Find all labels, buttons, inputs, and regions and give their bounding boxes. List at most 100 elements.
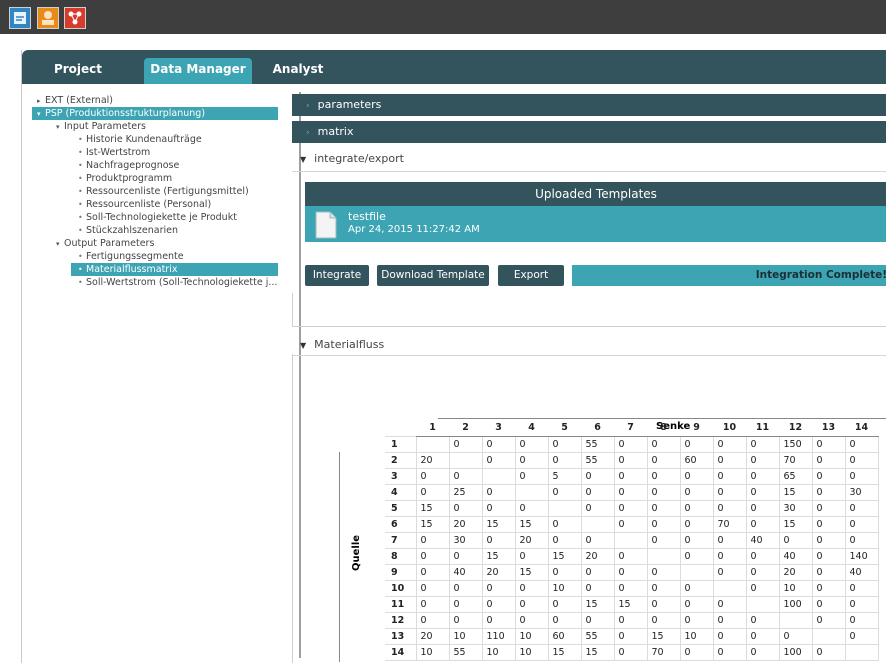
- matrix-cell[interactable]: 0: [844, 531, 879, 549]
- matrix-cell[interactable]: 0: [679, 547, 714, 565]
- matrix-cell[interactable]: 0: [745, 483, 780, 501]
- matrix-cell[interactable]: 0: [514, 579, 549, 597]
- matrix-cell[interactable]: 100: [778, 643, 813, 661]
- matrix-cell[interactable]: 150: [778, 435, 813, 453]
- matrix-cell[interactable]: 0: [646, 563, 681, 581]
- matrix-cell[interactable]: 0: [481, 499, 516, 517]
- matrix-cell[interactable]: 0: [811, 499, 846, 517]
- matrix-cell[interactable]: 0: [547, 451, 582, 469]
- integrate-button[interactable]: Integrate: [305, 265, 369, 286]
- matrix-cell[interactable]: 15: [481, 515, 516, 533]
- matrix-cell[interactable]: 10: [547, 579, 582, 597]
- matrix-cell[interactable]: 0: [844, 579, 879, 597]
- uploaded-file-item[interactable]: testfile Apr 24, 2015 11:27:42 AM: [305, 206, 886, 242]
- panel-materialfluss[interactable]: ▼ Materialfluss: [292, 334, 886, 356]
- matrix-cell[interactable]: 10: [481, 643, 516, 661]
- matrix-cell[interactable]: 0: [844, 595, 879, 613]
- matrix-cell[interactable]: 0: [646, 531, 681, 549]
- matrix-cell[interactable]: 70: [712, 515, 747, 533]
- matrix-cell[interactable]: 55: [580, 451, 615, 469]
- matrix-cell[interactable]: 15: [778, 483, 813, 501]
- matrix-cell[interactable]: 0: [547, 515, 582, 533]
- matrix-cell[interactable]: 55: [580, 435, 615, 453]
- matrix-cell[interactable]: 15: [778, 515, 813, 533]
- panel-integrate-export[interactable]: ▼ integrate/export: [292, 148, 886, 170]
- matrix-cell[interactable]: 0: [712, 627, 747, 645]
- matrix-cell[interactable]: 65: [778, 467, 813, 485]
- matrix-cell[interactable]: 0: [745, 451, 780, 469]
- matrix-cell[interactable]: 0: [646, 467, 681, 485]
- matrix-cell[interactable]: 0: [745, 547, 780, 565]
- matrix-cell[interactable]: 0: [580, 563, 615, 581]
- matrix-cell[interactable]: 55: [448, 643, 483, 661]
- matrix-cell[interactable]: 10: [415, 643, 450, 661]
- matrix-cell[interactable]: 0: [415, 531, 450, 549]
- matrix-cell[interactable]: 0: [646, 435, 681, 453]
- matrix-cell[interactable]: 100: [778, 595, 813, 613]
- matrix-cell[interactable]: 0: [844, 435, 879, 453]
- matrix-cell[interactable]: 15: [514, 515, 549, 533]
- matrix-cell[interactable]: [778, 611, 813, 629]
- matrix-cell[interactable]: 0: [745, 579, 780, 597]
- matrix-cell[interactable]: 0: [613, 499, 648, 517]
- tree-item-input[interactable]: • Ist-Wertstrom: [78, 146, 150, 159]
- matrix-cell[interactable]: 0: [448, 435, 483, 453]
- matrix-cell[interactable]: 15: [580, 595, 615, 613]
- tree-item-input[interactable]: • Ressourcenliste (Fertigungsmittel): [78, 185, 249, 198]
- matrix-cell[interactable]: 0: [580, 579, 615, 597]
- matrix-cell[interactable]: 0: [745, 627, 780, 645]
- matrix-cell[interactable]: 25: [448, 483, 483, 501]
- matrix-cell[interactable]: 0: [514, 595, 549, 613]
- matrix-cell[interactable]: 0: [745, 643, 780, 661]
- matrix-cell[interactable]: [613, 531, 648, 549]
- matrix-cell[interactable]: 0: [811, 435, 846, 453]
- matrix-cell[interactable]: 0: [448, 579, 483, 597]
- matrix-cell[interactable]: 10: [448, 627, 483, 645]
- matrix-cell[interactable]: 15: [514, 563, 549, 581]
- matrix-cell[interactable]: 0: [778, 627, 813, 645]
- matrix-cell[interactable]: [514, 483, 549, 501]
- tree-item-ext[interactable]: ▸ EXT (External): [37, 94, 113, 107]
- network-app-icon[interactable]: [64, 7, 86, 29]
- matrix-cell[interactable]: 10: [514, 643, 549, 661]
- matrix-cell[interactable]: 0: [646, 483, 681, 501]
- matrix-cell[interactable]: 15: [547, 547, 582, 565]
- matrix-cell[interactable]: 0: [415, 547, 450, 565]
- matrix-cell[interactable]: 0: [448, 547, 483, 565]
- matrix-cell[interactable]: 70: [778, 451, 813, 469]
- matrix-cell[interactable]: 0: [679, 595, 714, 613]
- matrix-cell[interactable]: 0: [580, 499, 615, 517]
- matrix-cell[interactable]: [415, 435, 450, 453]
- matrix-cell[interactable]: 0: [547, 611, 582, 629]
- matrix-cell[interactable]: 0: [580, 611, 615, 629]
- matrix-cell[interactable]: 0: [547, 435, 582, 453]
- matrix-cell[interactable]: 0: [580, 467, 615, 485]
- matrix-cell[interactable]: 20: [415, 627, 450, 645]
- matrix-cell[interactable]: 40: [844, 563, 879, 581]
- chart-app-icon[interactable]: [9, 7, 31, 29]
- matrix-cell[interactable]: 0: [844, 627, 879, 645]
- matrix-cell[interactable]: [679, 563, 714, 581]
- matrix-cell[interactable]: 0: [415, 483, 450, 501]
- download-template-button[interactable]: Download Template: [377, 265, 489, 286]
- matrix-cell[interactable]: 0: [712, 643, 747, 661]
- matrix-cell[interactable]: 0: [481, 579, 516, 597]
- matrix-cell[interactable]: 0: [778, 531, 813, 549]
- matrix-cell[interactable]: 0: [712, 499, 747, 517]
- matrix-cell[interactable]: 0: [547, 595, 582, 613]
- matrix-cell[interactable]: 0: [580, 483, 615, 501]
- matrix-cell[interactable]: 0: [811, 467, 846, 485]
- panel-matrix[interactable]: › matrix: [292, 121, 886, 143]
- user-app-icon[interactable]: [37, 7, 59, 29]
- matrix-cell[interactable]: 10: [778, 579, 813, 597]
- tab-data-manager[interactable]: Data Manager: [144, 58, 252, 84]
- matrix-cell[interactable]: 0: [613, 467, 648, 485]
- matrix-cell[interactable]: 0: [613, 515, 648, 533]
- matrix-cell[interactable]: 0: [481, 451, 516, 469]
- matrix-cell[interactable]: 0: [481, 611, 516, 629]
- tab-project[interactable]: Project: [42, 58, 114, 84]
- matrix-cell[interactable]: 0: [415, 563, 450, 581]
- matrix-cell[interactable]: 30: [448, 531, 483, 549]
- matrix-cell[interactable]: 15: [646, 627, 681, 645]
- matrix-cell[interactable]: 0: [844, 515, 879, 533]
